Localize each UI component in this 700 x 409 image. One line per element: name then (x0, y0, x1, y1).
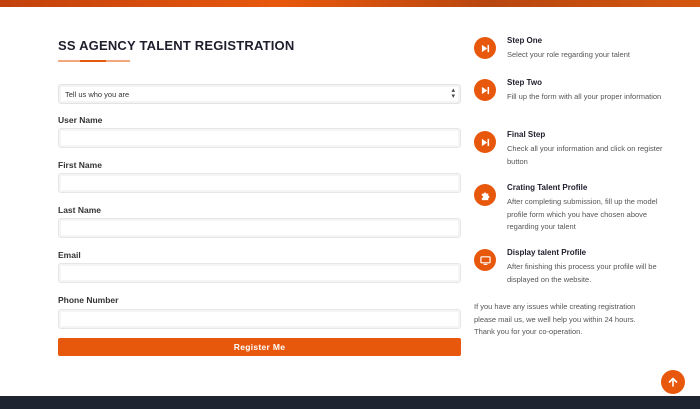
role-select-value: Tell us who you are (65, 90, 130, 99)
skip-icon (474, 37, 496, 59)
email-input[interactable] (58, 263, 461, 283)
first-name-label: First Name (58, 160, 102, 170)
register-button[interactable]: Register Me (58, 338, 461, 356)
last-name-input[interactable] (58, 218, 461, 238)
step-title: Final Step (507, 130, 546, 139)
title-underline (58, 60, 130, 62)
step-desc: Check all your information and click on … (507, 144, 663, 166)
monitor-icon (474, 249, 496, 271)
last-name-label: Last Name (58, 205, 101, 215)
step-desc: Select your role regarding your talent (507, 50, 630, 59)
step-title: Crating Talent Profile (507, 183, 588, 192)
top-banner (0, 0, 700, 7)
puzzle-icon (474, 184, 496, 206)
step-desc: After completing submission, fill up the… (507, 197, 658, 231)
user-name-input[interactable] (58, 128, 461, 148)
phone-number-label: Phone Number (58, 295, 119, 305)
step-desc: After finishing this process your profil… (507, 262, 657, 284)
registration-form: SS AGENCY TALENT REGISTRATION Tell us wh… (58, 38, 461, 356)
scroll-top-button[interactable] (661, 370, 685, 394)
phone-number-input[interactable] (58, 309, 461, 329)
select-updown-icon: ▴ ▾ (451, 87, 455, 100)
step-title: Step One (507, 36, 543, 45)
step-title: Step Two (507, 78, 542, 87)
role-select[interactable]: Tell us who you are ▴ ▾ (58, 84, 461, 104)
step-desc: Fill up the form with all your proper in… (507, 92, 662, 101)
first-name-input[interactable] (58, 173, 461, 193)
arrow-up-icon (668, 377, 678, 387)
user-name-label: User Name (58, 115, 103, 125)
footer-bar (0, 396, 700, 409)
skip-icon (474, 79, 496, 101)
page-title: SS AGENCY TALENT REGISTRATION (58, 38, 295, 53)
skip-icon (474, 131, 496, 153)
help-text: If you have any issues while creating re… (474, 302, 636, 336)
step-title: Display talent Profile (507, 248, 587, 257)
email-label: Email (58, 250, 81, 260)
